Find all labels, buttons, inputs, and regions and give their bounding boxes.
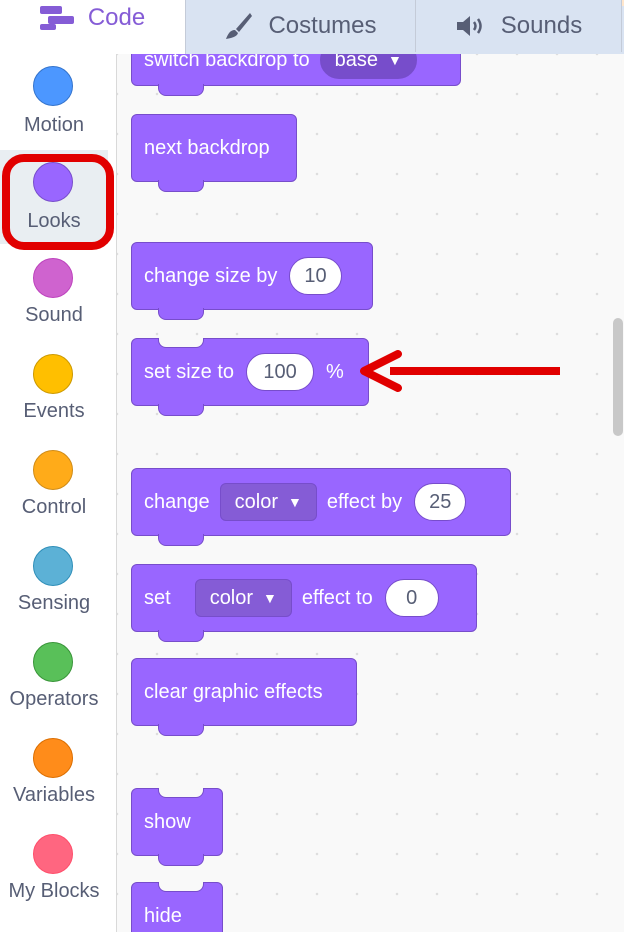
- category-sound[interactable]: Sound: [0, 246, 108, 340]
- category-label: Variables: [13, 784, 95, 806]
- category-label: Motion: [23, 114, 85, 136]
- change-effect-block[interactable]: change color ▼ effect by 25: [131, 468, 511, 546]
- chevron-down-icon: ▼: [263, 590, 277, 606]
- switch-backdrop-label: switch backdrop to: [144, 54, 310, 71]
- block-notch: [158, 84, 204, 96]
- code-icon: [39, 4, 74, 30]
- block-top-notch: [158, 882, 204, 892]
- tab-costumes[interactable]: Costumes: [186, 0, 416, 52]
- variables-color-dot: [33, 738, 73, 778]
- chevron-down-icon: ▼: [287, 494, 302, 510]
- block-notch: [158, 630, 204, 642]
- looks-color-dot: [33, 162, 73, 202]
- sound-color-dot: [33, 258, 73, 298]
- block-notch: [158, 404, 204, 416]
- backdrop-dropdown[interactable]: base ▼: [319, 54, 417, 79]
- change-effect-input[interactable]: 25: [414, 483, 467, 521]
- category-events[interactable]: Events: [0, 342, 108, 436]
- category-menu: Motion Looks Sound Events Control Sensin…: [0, 54, 117, 932]
- tab-costumes-label: Costumes: [268, 12, 377, 39]
- effect-by-label: effect by: [326, 490, 403, 513]
- block-notch: [158, 534, 204, 546]
- set-effect-block[interactable]: set color ▼ effect to 0: [131, 564, 477, 642]
- chevron-down-icon: ▼: [388, 54, 402, 68]
- category-motion[interactable]: Motion: [0, 54, 108, 148]
- tab-code[interactable]: Code: [0, 0, 186, 54]
- hide-block[interactable]: hide: [131, 882, 223, 932]
- clear-effects-block[interactable]: clear graphic effects: [131, 658, 357, 736]
- category-control[interactable]: Control: [0, 438, 108, 532]
- effect-to-label: effect to: [301, 586, 373, 609]
- category-variables[interactable]: Variables: [0, 726, 108, 820]
- change-size-block[interactable]: change size by 10: [131, 242, 373, 320]
- category-operators[interactable]: Operators: [0, 630, 108, 724]
- change-size-input[interactable]: 10: [289, 257, 342, 295]
- change-effect-label: change: [144, 490, 210, 513]
- category-my-blocks[interactable]: My Blocks: [0, 822, 108, 916]
- operators-color-dot: [33, 642, 73, 682]
- show-block[interactable]: show: [131, 788, 223, 866]
- category-label: Events: [23, 400, 85, 422]
- next-backdrop-label: next backdrop: [144, 136, 270, 159]
- tab-code-label: Code: [87, 4, 146, 31]
- brush-icon: [224, 11, 254, 41]
- set-effect-label: set: [144, 586, 171, 609]
- next-backdrop-block[interactable]: next backdrop: [131, 114, 297, 192]
- change-size-label: change size by: [144, 264, 278, 287]
- editor-tabs: Code Costumes Sounds: [0, 0, 624, 54]
- block-notch: [158, 180, 204, 192]
- clear-effects-label: clear graphic effects: [144, 680, 323, 703]
- category-label: Operators: [9, 688, 99, 710]
- events-color-dot: [33, 354, 73, 394]
- effect-dropdown[interactable]: color ▼: [194, 579, 292, 617]
- set-size-block[interactable]: set size to 100 %: [131, 338, 369, 416]
- block-notch: [158, 724, 204, 736]
- set-size-label: set size to: [144, 360, 235, 383]
- category-looks[interactable]: Looks: [0, 150, 108, 244]
- workspace-scrollbar[interactable]: [613, 318, 623, 436]
- tab-sounds-label: Sounds: [500, 12, 583, 39]
- effect-dropdown[interactable]: color ▼: [219, 483, 317, 521]
- block-notch: [158, 308, 204, 320]
- block-top-notch: [158, 338, 204, 348]
- my-blocks-color-dot: [33, 834, 73, 874]
- annotation-arrow-icon: [360, 350, 560, 392]
- speaker-icon: [455, 14, 487, 38]
- hide-label: hide: [144, 904, 182, 927]
- category-label: Sound: [25, 304, 83, 326]
- switch-backdrop-block[interactable]: switch backdrop to base ▼: [131, 54, 461, 96]
- category-label: Sensing: [17, 592, 91, 614]
- script-area[interactable]: switch backdrop to base ▼ next backdrop c…: [117, 54, 624, 932]
- category-label: Looks: [27, 210, 81, 232]
- sensing-color-dot: [33, 546, 73, 586]
- motion-color-dot: [33, 66, 73, 106]
- block-notch: [158, 854, 204, 866]
- block-top-notch: [158, 788, 204, 798]
- category-sensing[interactable]: Sensing: [0, 534, 108, 628]
- show-label: show: [144, 810, 191, 833]
- set-size-input[interactable]: 100: [246, 353, 315, 391]
- tab-sounds[interactable]: Sounds: [416, 0, 622, 52]
- category-label: Control: [21, 496, 87, 518]
- category-label: My Blocks: [8, 880, 100, 902]
- control-color-dot: [33, 450, 73, 490]
- set-effect-input[interactable]: 0: [384, 579, 439, 617]
- percent-label: %: [326, 360, 344, 383]
